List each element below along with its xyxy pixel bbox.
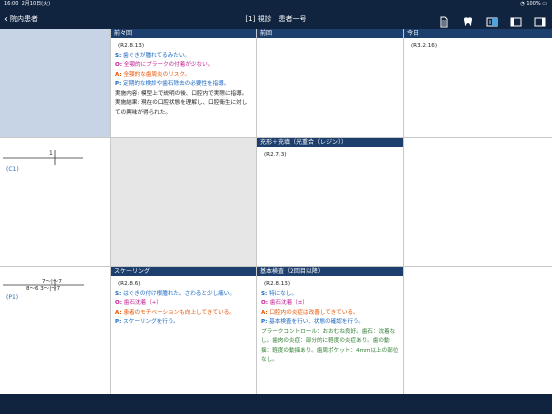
procedure-header: 基本検査（2回目以降） bbox=[257, 267, 403, 276]
visit-cell-resin-filling[interactable]: 充形＋充填（光重合（レジン）） (R2.7.3) bbox=[257, 138, 404, 267]
tooth-number: 1 bbox=[49, 150, 53, 157]
column-header-previous: 前回 bbox=[257, 29, 403, 38]
soap-p: P: 定期的な検診や歯石除去の必要性を指導。 bbox=[115, 81, 230, 87]
soap-a: A: 口腔内の炎症は改善してきている。 bbox=[261, 309, 359, 316]
procedure-result: 実施結果: 現在の口腔状態を理解し、口腔衛生に対しての興味が得られた。 bbox=[115, 100, 248, 116]
tooth-upper: 7〜|〜7 bbox=[42, 279, 62, 285]
column-header-today: 今日 bbox=[404, 29, 552, 38]
tooth-icon[interactable] bbox=[462, 13, 474, 26]
procedure-header: スケーリング bbox=[111, 267, 256, 276]
exam-detail: プラークコントロール：おおむね良好。歯石：沈着なし。歯肉の炎症：部分的に軽度の炎… bbox=[261, 328, 399, 364]
soap-s: S: 特になし。 bbox=[261, 290, 298, 297]
soap-o: O: 歯石沈着（+） bbox=[115, 300, 163, 306]
visit-date: (R2.8.13) bbox=[118, 43, 145, 49]
visit-cell-empty[interactable] bbox=[404, 138, 552, 267]
visit-cell-previous-2[interactable]: 前々回 (R2.8.13) S: 歯ぐきが腫れてるみたい。 O: 全顎的にプラー… bbox=[111, 29, 257, 138]
soap-s: S: 歯ぐきが腫れてるみたい。 bbox=[115, 52, 191, 59]
status-bar: 16:00 2月10日(火) ◔ 100% ▭ bbox=[0, 0, 552, 9]
chart-grid: 前々回 (R2.8.13) S: 歯ぐきが腫れてるみたい。 O: 全顎的にプラー… bbox=[0, 29, 552, 394]
procedure-header: 充形＋充填（光重合（レジン）） bbox=[257, 138, 403, 147]
tooth-diagnosis-label: (C1) bbox=[6, 166, 19, 173]
bottom-bar bbox=[0, 394, 552, 414]
status-time: 16:00 2月10日(火) bbox=[4, 1, 51, 7]
panel-toggle-icon[interactable] bbox=[486, 13, 498, 27]
visit-date: (R2.8.6) bbox=[118, 281, 141, 287]
visit-cell-empty bbox=[111, 138, 257, 267]
tooth-cell-c1[interactable]: 1 (C1) bbox=[0, 138, 111, 267]
tooth-lower: 8〜6 3〜|〜7 bbox=[26, 286, 61, 292]
soap-p: P: 基本検査を行い、状態の確認を行う。 bbox=[261, 319, 364, 325]
soap-a: A: 患者のモチベーションも向上してきている。 bbox=[115, 309, 235, 316]
visit-date: (R2.7.3) bbox=[264, 152, 287, 158]
column-header-previous-2: 前々回 bbox=[111, 29, 256, 38]
sidebar-right-icon[interactable] bbox=[534, 13, 546, 27]
tooth-cell-p1[interactable]: 7〜|〜7 8〜6 3〜|〜7 (P1) bbox=[0, 267, 111, 394]
soap-o: O: 歯石沈着（±） bbox=[261, 300, 309, 306]
battery-status: ◔ 100% ▭ bbox=[520, 1, 547, 7]
procedure-detail: 実施内容: 模型上で説明の後、口腔内で実際に指導。 bbox=[115, 90, 248, 97]
visit-cell-scaling[interactable]: スケーリング (R2.8.6) S: はぐきの付け根腫れた。さわると少し痛い。 … bbox=[111, 267, 257, 394]
soap-s: S: はぐきの付け根腫れた。さわると少し痛い。 bbox=[115, 290, 235, 297]
tooth-cell-empty bbox=[0, 29, 111, 138]
visit-cell-previous[interactable]: 前回 bbox=[257, 29, 404, 138]
tooth-diagnosis-label: (P1) bbox=[6, 294, 19, 301]
visit-date: (R3.2.16) bbox=[411, 43, 438, 49]
soap-o: O: 全顎的にプラークの付着が少ない。 bbox=[115, 62, 214, 68]
visit-cell-basic-exam[interactable]: 基本検査（2回目以降） (R2.8.13) S: 特になし。 O: 歯石沈着（±… bbox=[257, 267, 404, 394]
soap-p: P: スケーリングを行う。 bbox=[115, 319, 179, 325]
visit-cell-empty[interactable] bbox=[404, 267, 552, 394]
soap-a: A: 全顎的な歯周炎のリスク。 bbox=[115, 71, 191, 78]
visit-date: (R2.8.13) bbox=[264, 281, 291, 287]
navigation-bar: ‹ 院内患者 [1] 視診 患者一号 bbox=[0, 9, 552, 29]
sidebar-left-icon[interactable] bbox=[510, 13, 522, 27]
document-icon[interactable] bbox=[438, 13, 450, 28]
visit-cell-today[interactable]: 今日 (R3.2.16) bbox=[404, 29, 552, 138]
